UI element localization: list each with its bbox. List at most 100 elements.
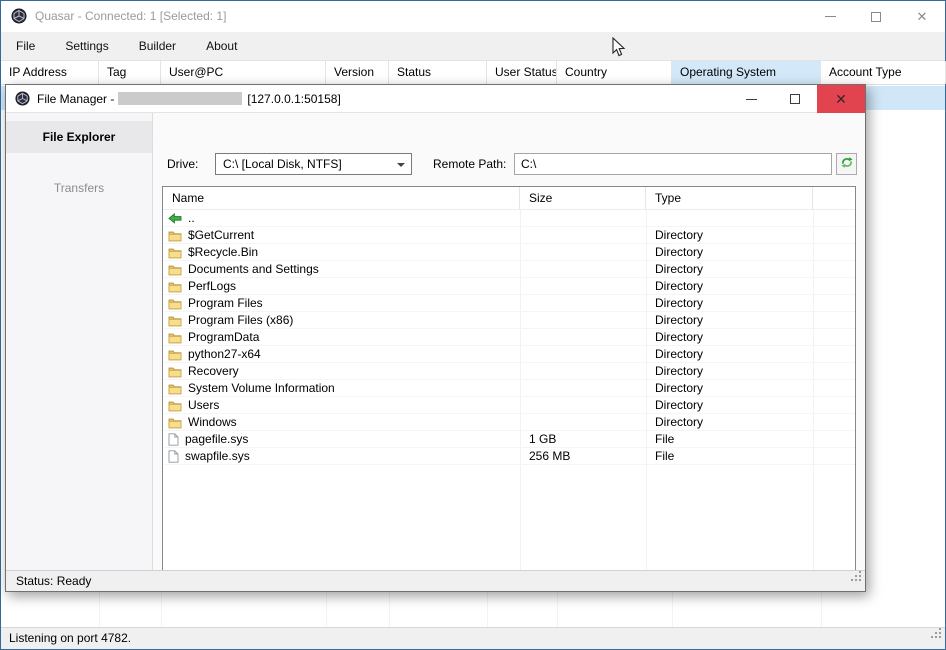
- fm-window-title-address: [127.0.0.1:50158]: [247, 91, 341, 106]
- file-name-cell: swapfile.sys: [163, 448, 519, 465]
- column-header-tag[interactable]: Tag: [99, 61, 161, 84]
- file-name-text: $Recycle.Bin: [188, 245, 259, 259]
- fm-toolbar: Drive: C:\ [Local Disk, NTFS] Remote Pat…: [154, 113, 865, 181]
- file-row-getcurrent[interactable]: $GetCurrent Directory: [163, 227, 855, 244]
- folder-icon: [168, 298, 182, 310]
- file-name-cell: Program Files: [163, 295, 519, 312]
- drive-dropdown[interactable]: C:\ [Local Disk, NTFS]: [215, 153, 412, 175]
- quasar-logo-icon: [11, 8, 27, 27]
- file-type-cell: Directory: [655, 347, 704, 361]
- file-column-header-blank[interactable]: [813, 187, 855, 209]
- screen: { "main_window": { "title": "Quasar - Co…: [0, 0, 946, 650]
- menu-item-builder[interactable]: Builder: [124, 32, 191, 60]
- refresh-icon: [840, 156, 854, 172]
- file-size-cell: 1 GB: [529, 432, 557, 446]
- file-row-users[interactable]: Users Directory: [163, 397, 855, 414]
- file-name-cell: python27-x64: [163, 346, 519, 363]
- column-header-operating-system[interactable]: Operating System: [672, 61, 821, 84]
- folder-icon: [168, 247, 182, 259]
- file-name-cell: Program Files (x86): [163, 312, 519, 329]
- file-row-recycle-bin[interactable]: $Recycle.Bin Directory: [163, 244, 855, 261]
- file-name-cell: ..: [163, 210, 519, 227]
- file-column-header-type[interactable]: Type: [646, 187, 813, 209]
- main-menubar: File Settings Builder About: [1, 32, 945, 61]
- file-type-cell: Directory: [655, 296, 704, 310]
- fm-close-button[interactable]: ✕: [817, 85, 865, 113]
- file-name-cell: ProgramData: [163, 329, 519, 346]
- file-name-text: swapfile.sys: [185, 449, 250, 463]
- file-row-documents-and-settings[interactable]: Documents and Settings Directory: [163, 261, 855, 278]
- menu-item-settings[interactable]: Settings: [50, 32, 123, 60]
- menu-item-about[interactable]: About: [191, 32, 252, 60]
- file-row-recovery[interactable]: Recovery Directory: [163, 363, 855, 380]
- remote-path-input[interactable]: [514, 153, 832, 175]
- up-directory-arrow-icon: [168, 213, 182, 224]
- file-name-text: PerfLogs: [188, 279, 237, 293]
- column-header-ip-address[interactable]: IP Address: [1, 61, 99, 84]
- file-row-program-files[interactable]: Program Files Directory: [163, 295, 855, 312]
- column-header-user-pc[interactable]: User@PC: [161, 61, 326, 84]
- file-type-cell: File: [655, 432, 675, 446]
- file-row-programdata[interactable]: ProgramData Directory: [163, 329, 855, 346]
- column-header-country[interactable]: Country: [557, 61, 672, 84]
- file-row-program-files-x86[interactable]: Program Files (x86) Directory: [163, 312, 855, 329]
- resize-grip[interactable]: [930, 626, 943, 647]
- file-name-text: ProgramData: [188, 330, 260, 344]
- maximize-button[interactable]: [853, 1, 899, 32]
- file-name-text: ..: [188, 211, 195, 225]
- file-row-pagefile-sys[interactable]: pagefile.sys 1 GB File: [163, 431, 855, 448]
- folder-icon: [168, 281, 182, 293]
- folder-icon: [168, 315, 182, 327]
- file-icon: [168, 433, 179, 446]
- file-row-blank[interactable]: ..: [163, 210, 855, 227]
- file-name-cell: Windows: [163, 414, 519, 431]
- column-header-account-type[interactable]: Account Type: [821, 61, 946, 84]
- column-header-version[interactable]: Version: [326, 61, 389, 84]
- file-name-text: python27-x64: [188, 347, 261, 361]
- close-icon: ✕: [916, 8, 928, 24]
- folder-icon: [168, 366, 182, 378]
- file-icon: [168, 450, 179, 463]
- file-name-cell: PerfLogs: [163, 278, 519, 295]
- column-header-user-status[interactable]: User Status: [487, 61, 557, 84]
- fm-minimize-button[interactable]: [729, 85, 773, 113]
- close-button[interactable]: ✕: [899, 1, 945, 32]
- fm-titlebar[interactable]: File Manager - [127.0.0.1:50158] ✕: [6, 85, 865, 113]
- main-titlebar[interactable]: Quasar - Connected: 1 [Selected: 1] ✕: [1, 1, 945, 32]
- file-list-rows: .. $GetCurrent Directory $Recycle.Bin Direct…: [163, 210, 855, 589]
- file-column-header-name[interactable]: Name: [163, 187, 520, 209]
- fm-sidebar: File Explorer Transfers: [6, 113, 153, 570]
- mouse-cursor: [612, 36, 626, 61]
- file-name-text: Recovery: [188, 364, 239, 378]
- file-name-cell: $Recycle.Bin: [163, 244, 519, 261]
- fm-resize-grip[interactable]: [850, 569, 863, 589]
- file-row-swapfile-sys[interactable]: swapfile.sys 256 MB File: [163, 448, 855, 465]
- folder-icon: [168, 332, 182, 344]
- fm-maximize-button[interactable]: [773, 85, 817, 113]
- file-type-cell: Directory: [655, 245, 704, 259]
- quasar-logo-icon: [15, 91, 30, 106]
- minimize-button[interactable]: [807, 1, 853, 32]
- close-icon: ✕: [835, 90, 847, 107]
- file-type-cell: Directory: [655, 228, 704, 242]
- file-size-cell: 256 MB: [529, 449, 571, 463]
- file-type-cell: Directory: [655, 381, 704, 395]
- refresh-button[interactable]: [836, 153, 857, 175]
- folder-icon: [168, 230, 182, 242]
- file-column-header-size[interactable]: Size: [520, 187, 646, 209]
- file-row-perflogs[interactable]: PerfLogs Directory: [163, 278, 855, 295]
- main-window-title: Quasar - Connected: 1 [Selected: 1]: [35, 9, 227, 23]
- file-name-cell: Recovery: [163, 363, 519, 380]
- tab-transfers[interactable]: Transfers: [6, 177, 152, 199]
- tab-file-explorer[interactable]: File Explorer: [6, 121, 153, 153]
- file-row-python27-x64[interactable]: python27-x64 Directory: [163, 346, 855, 363]
- file-row-windows[interactable]: Windows Directory: [163, 414, 855, 431]
- column-header-status[interactable]: Status: [389, 61, 487, 84]
- file-name-cell: Documents and Settings: [163, 261, 519, 278]
- menu-item-file[interactable]: File: [1, 32, 50, 60]
- file-row-system-volume-information[interactable]: System Volume Information Directory: [163, 380, 855, 397]
- file-name-text: $GetCurrent: [188, 228, 255, 242]
- file-type-cell: Directory: [655, 364, 704, 378]
- file-name-text: pagefile.sys: [185, 432, 249, 446]
- file-type-cell: Directory: [655, 262, 704, 276]
